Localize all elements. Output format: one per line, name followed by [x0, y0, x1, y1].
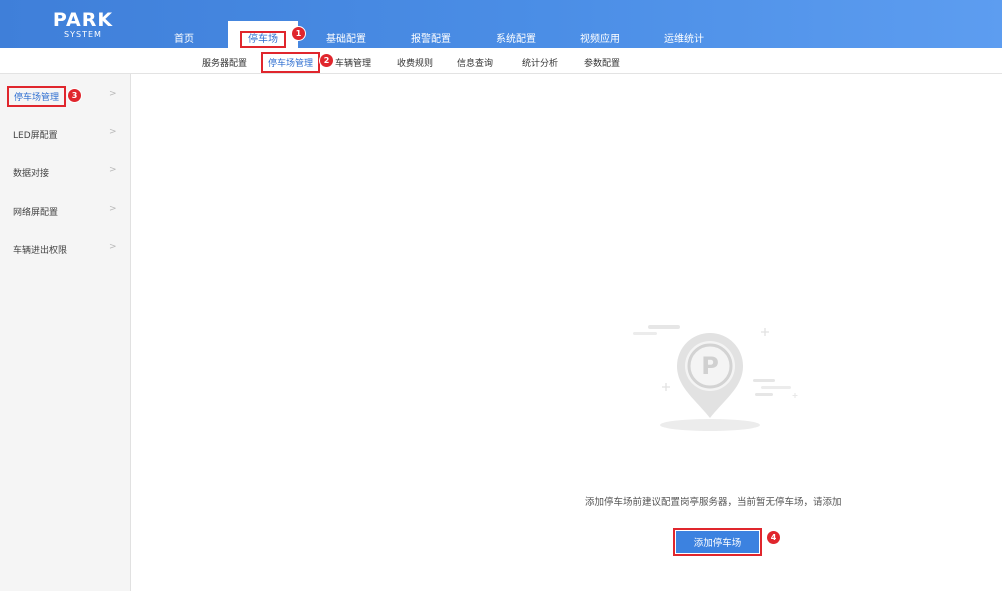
- chevron-right-icon: >: [109, 165, 117, 175]
- step-marker-4: 4: [767, 531, 780, 544]
- chevron-right-icon: >: [109, 89, 117, 99]
- sub-nav-fee-rules[interactable]: 收费规则: [397, 56, 433, 69]
- app-window: PARK SYSTEM 首页 停车场 基础配置 报警配置 系统配置 视频应用 运…: [0, 0, 1002, 591]
- main-content: [132, 75, 1002, 591]
- logo-line2: SYSTEM: [64, 30, 102, 39]
- top-nav-basic-config[interactable]: 基础配置: [326, 30, 366, 45]
- sidebar: 停车场管理 > 3 LED屏配置 > 数据对接 > 网络屏配置 > 车辆进出权限…: [0, 74, 131, 591]
- sidebar-item-led-config[interactable]: LED屏配置 >: [0, 124, 131, 144]
- sidebar-item-label: 数据对接: [13, 169, 50, 179]
- add-parking-lot-button[interactable]: 添加停车场: [673, 528, 762, 556]
- top-nav-home[interactable]: 首页: [174, 30, 194, 45]
- sub-nav-parking-mgmt[interactable]: 停车场管理: [261, 52, 321, 73]
- top-header: PARK SYSTEM 首页 停车场 基础配置 报警配置 系统配置 视频应用 运…: [0, 0, 1002, 48]
- sub-nav-server-config[interactable]: 服务器配置: [202, 56, 247, 69]
- parking-letter: P: [701, 352, 719, 380]
- logo-line1: PARK: [52, 9, 114, 31]
- top-nav-system-config[interactable]: 系统配置: [496, 30, 536, 45]
- sidebar-item-label: 停车场管理: [7, 86, 67, 107]
- sidebar-item-access-permission[interactable]: 车辆进出权限 >: [0, 239, 131, 259]
- chevron-right-icon: >: [109, 127, 117, 137]
- step-marker-3: 3: [68, 89, 81, 102]
- empty-state-message: 添加停车场前建议配置岗亭服务器，当前暂无停车场，请添加: [585, 497, 842, 508]
- chevron-right-icon: >: [109, 242, 117, 252]
- sidebar-item-data-integration[interactable]: 数据对接 >: [0, 162, 131, 182]
- parking-location-pin-icon: P: [633, 325, 798, 431]
- top-nav-parking-label: 停车场: [240, 31, 286, 48]
- sub-nav-stats-analysis[interactable]: 统计分析: [522, 56, 558, 69]
- sidebar-item-label: 网络屏配置: [13, 208, 59, 218]
- step-marker-2: 2: [320, 54, 333, 67]
- sidebar-item-network-screen[interactable]: 网络屏配置 >: [0, 201, 131, 221]
- sidebar-item-label: 车辆进出权限: [13, 246, 68, 256]
- step-marker-1: 1: [292, 27, 305, 40]
- sidebar-item-parking-mgmt[interactable]: 停车场管理 >: [0, 86, 131, 107]
- top-nav-ops-stats[interactable]: 运维统计: [664, 30, 704, 45]
- sub-nav-param-config[interactable]: 参数配置: [584, 56, 620, 69]
- sidebar-item-label: LED屏配置: [13, 131, 58, 141]
- top-nav-video-app[interactable]: 视频应用: [580, 30, 620, 45]
- top-nav-parking[interactable]: 停车场: [228, 21, 298, 48]
- sub-nav: 服务器配置 停车场管理 车辆管理 收费规则 信息查询 统计分析 参数配置 2: [0, 48, 1002, 74]
- top-nav-alarm-config[interactable]: 报警配置: [411, 30, 451, 45]
- park-system-logo: PARK SYSTEM: [50, 11, 116, 40]
- sub-nav-info-query[interactable]: 信息查询: [457, 56, 493, 69]
- chevron-right-icon: >: [109, 204, 117, 214]
- sub-nav-vehicle-mgmt[interactable]: 车辆管理: [335, 56, 371, 69]
